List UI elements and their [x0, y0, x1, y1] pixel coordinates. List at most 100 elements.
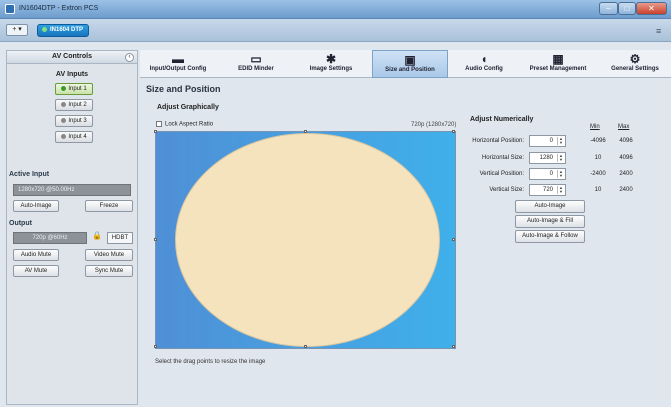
input-4-button[interactable]: Input 4 — [55, 131, 93, 143]
auto-image-follow-button[interactable]: Auto-Image & Follow — [515, 230, 585, 243]
connected-status-icon — [42, 26, 47, 32]
io-config-icon: ▬ — [172, 52, 184, 66]
drag-handle-top[interactable] — [304, 130, 307, 133]
page-title: Size and Position — [146, 84, 221, 94]
gear-icon: ⚙ — [629, 52, 641, 66]
input-icon — [61, 85, 67, 91]
tab-label: Audio Config — [465, 66, 503, 72]
maximize-button[interactable]: □ — [618, 2, 636, 15]
vertical-position-value: 0 — [549, 171, 553, 177]
video-mute-button[interactable]: Video Mute — [85, 249, 133, 261]
output-value: 720p @60Hz — [13, 232, 87, 244]
vertical-size-value: 720 — [542, 187, 553, 193]
vertical-position-label: Vertical Position: — [479, 171, 524, 177]
device-tab[interactable]: IN1604 DTP — [37, 24, 89, 37]
add-device-button[interactable]: + ▾ — [6, 24, 28, 36]
drag-handle-bottom[interactable] — [304, 345, 307, 348]
drag-handle-top-right[interactable] — [452, 130, 455, 133]
hdbt-badge: HDBT — [107, 232, 133, 244]
horizontal-position-label: Horizontal Position: — [472, 138, 524, 144]
output-title: Output — [9, 220, 32, 227]
minimize-button[interactable]: – — [599, 2, 618, 15]
spinner-icon[interactable]: ▲ ▼ — [557, 186, 564, 194]
drag-handle-top-left[interactable] — [154, 130, 157, 133]
tab-audio-config[interactable]: ◖ Audio Config — [456, 50, 512, 78]
collapse-panel-icon[interactable]: ‹ — [125, 53, 134, 62]
horizontal-position-min: -4096 — [590, 138, 606, 144]
drag-handle-bottom-right[interactable] — [452, 345, 455, 348]
window-title: IN1604DTP - Extron PCS — [19, 5, 99, 12]
close-button[interactable]: ✕ — [636, 2, 667, 15]
input-icon — [61, 117, 67, 123]
image-preview-ellipse — [175, 133, 440, 347]
horizontal-size-max: 4096 — [619, 155, 633, 161]
resolution-label: 720p (1280x720) — [411, 122, 457, 128]
image-settings-icon: ✱ — [325, 52, 337, 66]
size-position-icon: ▣ — [404, 53, 416, 67]
active-input-value: 1280x720 @50.00Hz — [13, 184, 131, 196]
monitor-icon: ▭ — [250, 52, 262, 66]
horizontal-size-input[interactable]: 1280 ▲ ▼ — [529, 152, 566, 164]
input-2-button[interactable]: Input 2 — [55, 99, 93, 111]
app-icon — [5, 4, 15, 14]
audio-mute-button[interactable]: Audio Mute — [13, 249, 59, 261]
menu-icon[interactable]: ≡ — [656, 26, 661, 36]
application-window: IN1604DTP - Extron PCS – □ ✕ + ▾ IN1604 … — [0, 0, 671, 407]
horizontal-position-value: 0 — [549, 138, 553, 144]
input-3-button[interactable]: Input 3 — [55, 115, 93, 127]
max-header: Max — [618, 124, 630, 130]
spinner-icon[interactable]: ▲ ▼ — [557, 137, 564, 145]
adjust-graphically-title: Adjust Graphically — [157, 104, 219, 111]
device-tab-label: IN1604 DTP — [50, 27, 84, 33]
av-controls-panel: AV Controls ‹ AV Inputs Input 1 Input 2 … — [6, 50, 138, 405]
active-input-title: Active Input — [9, 171, 50, 178]
tab-general-settings[interactable]: ⚙ General Settings — [602, 50, 668, 78]
tab-preset-management[interactable]: ▦ Preset Management — [520, 50, 596, 78]
drag-handle-left[interactable] — [154, 238, 157, 241]
horizontal-position-max: 4096 — [619, 138, 633, 144]
min-header: Min — [590, 124, 600, 130]
tab-input-output-config[interactable]: ▬ Input/Output Config — [142, 50, 214, 78]
input-1-button[interactable]: Input 1 — [55, 83, 93, 95]
input-label: Input 2 — [68, 102, 87, 108]
av-mute-button[interactable]: AV Mute — [13, 265, 59, 277]
auto-image-numeric-button[interactable]: Auto-Image — [515, 200, 585, 213]
av-inputs-title: AV Inputs — [55, 71, 89, 78]
freeze-button[interactable]: Freeze — [85, 200, 133, 212]
drag-handle-bottom-left[interactable] — [154, 345, 157, 348]
vertical-size-min: 10 — [594, 187, 602, 193]
spinner-icon[interactable]: ▲ ▼ — [557, 170, 564, 178]
vertical-position-input[interactable]: 0 ▲ ▼ — [529, 168, 566, 180]
sync-mute-button[interactable]: Sync Mute — [85, 265, 133, 277]
tab-bar: ▬ Input/Output Config ▭ EDID Minder ✱ Image… — [140, 50, 671, 78]
vertical-position-max: 2400 — [619, 171, 633, 177]
input-icon — [61, 133, 67, 139]
horizontal-position-input[interactable]: 0 ▲ ▼ — [529, 135, 566, 147]
vertical-size-input[interactable]: 720 ▲ ▼ — [529, 184, 566, 196]
tab-size-and-position[interactable]: ▣ Size and Position — [372, 50, 448, 78]
drag-handle-right[interactable] — [452, 238, 455, 241]
speaker-icon: ◖ — [480, 52, 488, 66]
spinner-icon[interactable]: ▲ ▼ — [557, 154, 564, 162]
lock-icon[interactable]: 🔒 — [92, 231, 102, 240]
tab-label: Size and Position — [385, 67, 435, 73]
tab-label: Preset Management — [529, 66, 587, 72]
horizontal-size-min: 10 — [594, 155, 602, 161]
vertical-size-label: Vertical Size: — [489, 187, 524, 193]
auto-image-fill-button[interactable]: Auto-Image & Fill — [515, 215, 585, 228]
auto-image-button[interactable]: Auto-Image — [13, 200, 59, 212]
lock-aspect-ratio-checkbox[interactable]: Lock Aspect Ratio — [156, 121, 213, 128]
av-controls-header: AV Controls — [7, 51, 137, 64]
main-panel: ▬ Input/Output Config ▭ EDID Minder ✱ Image… — [140, 50, 671, 405]
checkbox-box[interactable] — [156, 121, 162, 127]
input-icon — [61, 101, 67, 107]
title-bar: IN1604DTP - Extron PCS – □ ✕ — [0, 0, 671, 19]
tab-label: EDID Minder — [238, 66, 274, 72]
horizontal-size-value: 1280 — [539, 155, 553, 161]
tab-label: Image Settings — [309, 66, 353, 72]
vertical-position-min: -2400 — [590, 171, 606, 177]
image-preview-canvas[interactable] — [154, 130, 456, 349]
tab-image-settings[interactable]: ✱ Image Settings — [300, 50, 362, 78]
input-label: Input 3 — [68, 118, 87, 124]
tab-edid-minder[interactable]: ▭ EDID Minder — [226, 50, 286, 78]
